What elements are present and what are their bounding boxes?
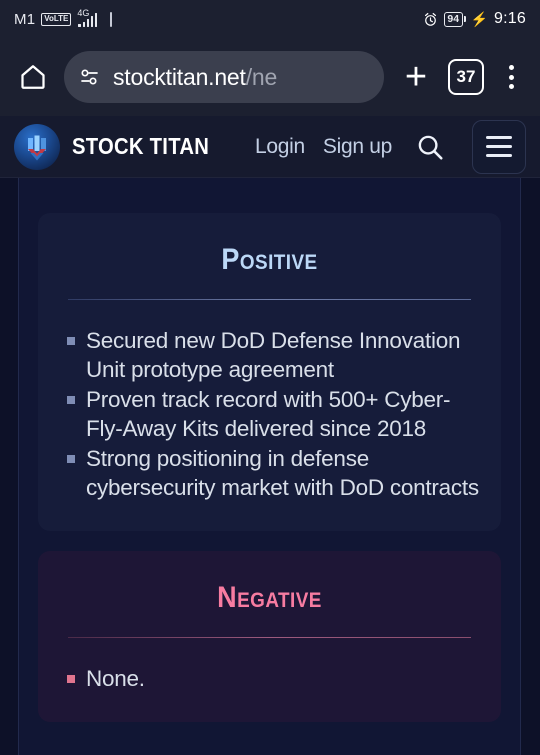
volte-badge: VoLTE	[41, 12, 72, 26]
list-item: None.	[60, 664, 479, 693]
status-bar-right: 94 ⚡ 9:16	[423, 10, 526, 28]
charging-bolt-icon: ⚡	[470, 10, 489, 27]
battery-cap-icon	[463, 16, 466, 22]
login-link[interactable]: Login	[255, 135, 305, 159]
clock-label: 9:16	[494, 10, 526, 27]
brand-name: STOCK TITAN	[72, 133, 210, 159]
signal-bars-icon	[78, 13, 98, 27]
hamburger-line-icon	[486, 145, 512, 148]
alarm-clock-icon	[424, 12, 436, 26]
positive-card: Positive Secured new DoD Defense Innovat…	[38, 213, 501, 531]
url-bar[interactable]: stocktitan.net/ne	[64, 51, 384, 103]
plus-icon: +	[404, 56, 428, 98]
tab-switcher-button[interactable]: 37	[448, 59, 484, 95]
signal-strength-icon: 4G	[77, 8, 103, 29]
hamburger-menu-button[interactable]	[472, 119, 526, 174]
list-item: Proven track record with 500+ Cyber-Fly-…	[60, 385, 479, 443]
hamburger-line-icon	[486, 136, 512, 139]
page-content: Positive Secured new DoD Defense Innovat…	[0, 178, 540, 755]
positive-divider	[68, 299, 471, 300]
menu-dot-icon	[508, 74, 514, 80]
site-logo[interactable]	[14, 123, 60, 170]
header-nav: Login Sign up	[255, 119, 526, 174]
stock-titan-logo-icon	[28, 135, 46, 160]
url-path: /ne	[245, 63, 278, 90]
second-sim-signal-icon	[110, 11, 113, 27]
search-icon	[418, 135, 443, 160]
status-bar-left: M1 VoLTE 4G	[14, 8, 113, 29]
carrier-label: M1	[14, 10, 36, 28]
list-item: Secured new DoD Defense Innovation Unit …	[60, 326, 479, 384]
browser-toolbar: stocktitan.net/ne + 37	[0, 38, 540, 116]
new-tab-button[interactable]: +	[394, 55, 438, 99]
content-container: Positive Secured new DoD Defense Innovat…	[18, 178, 521, 755]
positive-bullet-list: Secured new DoD Defense Innovation Unit …	[60, 326, 479, 502]
negative-bullet-list: None.	[60, 664, 479, 693]
search-button[interactable]	[410, 127, 450, 167]
signup-link[interactable]: Sign up	[323, 135, 392, 159]
positive-card-title: Positive	[221, 243, 318, 276]
list-item: Strong positioning in defense cybersecur…	[60, 444, 479, 502]
home-button[interactable]	[12, 56, 54, 98]
page-settings-icon	[81, 69, 98, 85]
negative-card: Negative None.	[38, 551, 501, 722]
url-domain: stocktitan.net	[113, 63, 246, 90]
battery-indicator: 94	[443, 11, 466, 27]
tab-count-label: 37	[456, 67, 476, 86]
negative-card-title: Negative	[217, 581, 322, 614]
hamburger-line-icon	[486, 154, 512, 157]
negative-divider	[68, 637, 471, 638]
menu-dot-icon	[508, 84, 514, 89]
android-status-bar: M1 VoLTE 4G 94 ⚡ 9:16	[0, 0, 540, 38]
menu-dot-icon	[508, 65, 514, 70]
battery-percent-label: 94	[443, 11, 463, 27]
home-icon	[21, 65, 45, 89]
url-text: stocktitan.net/ne	[113, 64, 277, 91]
site-header: STOCK TITAN Login Sign up	[0, 116, 540, 178]
browser-menu-button[interactable]	[494, 55, 528, 99]
